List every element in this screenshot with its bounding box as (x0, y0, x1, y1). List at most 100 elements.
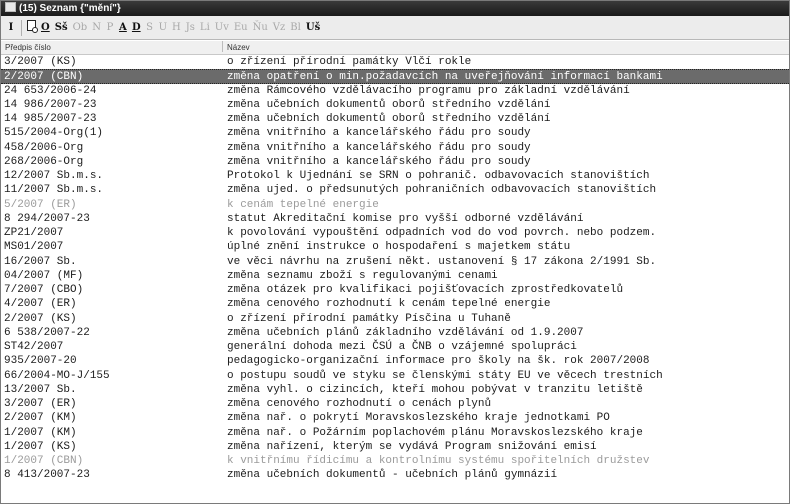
row-number: 3/2007 (KS) (4, 56, 77, 68)
row-number: 1/2007 (KS) (4, 440, 77, 453)
row-number: 458/2006-Org (4, 141, 84, 154)
list-row[interactable]: 6 538/2007-22 změna učebních plánů základ… (1, 326, 789, 340)
toolbar-button[interactable]: Eu (232, 19, 250, 37)
column-header-number[interactable]: Předpis číslo (5, 41, 51, 54)
list-row[interactable]: 935/2007-20 pedagogicko-organizační infor… (1, 354, 789, 368)
row-name: o zřízení přírodní památky Vlčí rokle (227, 56, 472, 68)
column-divider[interactable] (222, 41, 223, 52)
row-name: změna nař. o Požárním poplachovém plánu … (227, 426, 643, 439)
toolbar-button[interactable]: H (170, 19, 183, 37)
list-row[interactable]: 3/2007 (KS) o zřízení přírodní památky Vl… (1, 55, 789, 69)
row-name: pedagogicko-organizační informace pro šk… (227, 355, 650, 368)
list-row[interactable]: 2/2007 (KS) o zřízení přírodní památky Pí… (1, 312, 789, 326)
list-row[interactable]: 13/2007 Sb. změna vyhl. o cizincích, kteř… (1, 383, 789, 397)
row-number: 4/2007 (ER) (4, 298, 77, 311)
row-number: 16/2007 Sb. (4, 255, 77, 268)
list-row[interactable]: 8 413/2007-23 změna učebních dokumentů - … (1, 468, 789, 482)
toolbar: I O Sš Ob N P A D S U H Js Li Uv Eu Ňu Vz Bl Uš (1, 16, 789, 40)
row-name: změna nařízení, kterým se vydává Program… (227, 440, 597, 453)
row-name: změna Rámcového vzdělávacího programu pr… (227, 84, 630, 97)
list-row[interactable]: 12/2007 Sb.m.s. Protokol k Ujednání se SR… (1, 169, 789, 183)
toolbar-button[interactable]: O (39, 19, 52, 37)
list-row[interactable]: ZP21/2007 k povolování vypouštění odpadní… (1, 226, 789, 240)
list-row[interactable]: 4/2007 (ER) změna cenového rozhodnutí k c… (1, 297, 789, 311)
document-search-icon (27, 19, 38, 33)
row-name: změna seznamu zboží s regulovanými cenam… (227, 269, 498, 282)
toolbar-button[interactable]: Li (198, 19, 212, 37)
row-name: změna učebních dokumentů oborů středního… (227, 113, 551, 125)
row-name: změna ujed. o předsunutých pohraničních … (227, 184, 657, 197)
list-row[interactable]: 8 294/2007-23 statut Akreditační komise p… (1, 212, 789, 226)
toolbar-button[interactable]: A (117, 19, 129, 37)
window-menu-icon[interactable] (5, 2, 16, 12)
toolbar-button[interactable]: Uv (213, 19, 231, 37)
row-name: k vnitřnímu řídicímu a kontrolnímu systé… (227, 455, 650, 467)
row-name: změna vnitřního a kancelářského řádu pro… (227, 127, 531, 140)
toolbar-button[interactable]: Uš (304, 19, 322, 37)
toolbar-button[interactable]: Sš (53, 19, 70, 37)
row-name: změna cenového rozhodnutí o cenách plynů (227, 398, 492, 410)
list-row[interactable]: 268/2006-Org změna vnitřního a kancelářsk… (1, 155, 789, 169)
toolbar-button[interactable]: Vz (271, 19, 288, 37)
document-list: 3/2007 (KS) o zřízení přírodní památky Vl… (1, 55, 789, 503)
list-row[interactable]: 5/2007 (ER) k cenám tepelné energie (1, 198, 789, 212)
list-row[interactable]: ST42/2007 generální dohoda mezi ČSÚ a ČNB… (1, 340, 789, 354)
list-row[interactable]: 04/2007 (MF) změna seznamu zboží s regulo… (1, 269, 789, 283)
row-number: 1/2007 (CBN) (4, 455, 84, 467)
row-number: 04/2007 (MF) (4, 269, 84, 282)
window-title: (15) Seznam {"mění"} (19, 3, 121, 14)
list-row[interactable]: 1/2007 (KS) změna nařízení, kterým se vyd… (1, 440, 789, 454)
row-name: k povolování vypouštění odpadních vod do… (227, 227, 657, 239)
toolbar-button[interactable]: N (90, 19, 103, 37)
list-row[interactable]: 1/2007 (KM) změna nař. o Požárním poplach… (1, 426, 789, 440)
list-row[interactable]: 3/2007 (ER) změna cenového rozhodnutí o c… (1, 397, 789, 411)
list-row[interactable]: 2/2007 (KM) změna nař. o pokrytí Moravsko… (1, 411, 789, 425)
row-number: 1/2007 (KM) (4, 426, 77, 439)
row-number: 935/2007-20 (4, 355, 77, 368)
list-header: Předpis číslo Název (1, 41, 789, 55)
row-name: ve věci návrhu na zrušení někt. ustanove… (227, 255, 657, 268)
list-row[interactable]: 16/2007 Sb. ve věci návrhu na zrušení něk… (1, 255, 789, 269)
list-row[interactable]: 11/2007 Sb.m.s. změna ujed. o předsunutýc… (1, 183, 789, 197)
column-header-name[interactable]: Název (227, 41, 250, 54)
toolbar-button[interactable]: Ňu (251, 19, 270, 37)
list-row[interactable]: 1/2007 (CBN) k vnitřnímu řídicímu a kontr… (1, 454, 789, 468)
list-row[interactable]: 66/2004-MO-J/155 o postupu soudů ve styku… (1, 369, 789, 383)
list-row[interactable]: 458/2006-Org změna vnitřního a kancelářsk… (1, 141, 789, 155)
row-number: 268/2006-Org (4, 155, 84, 168)
title-bar[interactable]: (15) Seznam {"mění"} (1, 1, 789, 16)
row-name: úplné znění instrukce o hospodaření s ma… (227, 241, 571, 254)
toolbar-button[interactable]: P (104, 19, 116, 37)
row-number: 5/2007 (ER) (4, 198, 77, 211)
toolbar-button[interactable]: Js (184, 19, 197, 37)
row-number: 515/2004-Org(1) (4, 127, 104, 140)
toolbar-button[interactable]: Bl (288, 19, 303, 37)
row-number: ZP21/2007 (4, 227, 64, 239)
row-name: změna cenového rozhodnutí k cenám tepeln… (227, 298, 551, 311)
toolbar-button-preview[interactable] (25, 19, 38, 37)
list-window: (15) Seznam {"mění"} I O Sš Ob N P A D S U H Js Li Uv… (0, 0, 790, 504)
toolbar-button[interactable]: D (130, 19, 143, 37)
toolbar-button[interactable]: U (157, 19, 169, 37)
row-name: změna vnitřního a kancelářského řádu pro… (227, 141, 531, 154)
toolbar-button[interactable]: I (5, 19, 17, 37)
row-name: změna nař. o pokrytí Moravskoslezského k… (227, 412, 610, 425)
row-name: o zřízení přírodní památky Písčina u Tuh… (227, 312, 511, 325)
row-number: 13/2007 Sb. (4, 383, 77, 396)
list-row[interactable]: 24 653/2006-24 změna Rámcového vzdělávací… (1, 84, 789, 98)
list-row[interactable]: 515/2004-Org(1) změna vnitřního a kancelá… (1, 126, 789, 140)
row-number: 8 413/2007-23 (4, 469, 90, 482)
list-row[interactable]: 2/2007 (CBN) změna opatření o min.požadav… (1, 69, 789, 84)
list-row[interactable]: MS01/2007 úplné znění instrukce o hospoda… (1, 240, 789, 254)
row-number: ST42/2007 (4, 341, 64, 353)
row-name: Protokol k Ujednání se SRN o pohranič. o… (227, 170, 650, 182)
toolbar-button[interactable]: S (144, 19, 156, 37)
row-number: 14 986/2007-23 (4, 98, 97, 111)
toolbar-separator (21, 19, 22, 36)
toolbar-button[interactable]: Ob (71, 19, 90, 37)
list-row[interactable]: 14 985/2007-23 změna učebních dokumentů o… (1, 112, 789, 126)
list-row[interactable]: 14 986/2007-23 změna učebních dokumentů o… (1, 98, 789, 112)
row-number: 12/2007 Sb.m.s. (4, 170, 104, 182)
row-number: 2/2007 (KS) (4, 312, 77, 325)
list-row[interactable]: 7/2007 (CBO) změna otázek pro kvalifikaci… (1, 283, 789, 297)
